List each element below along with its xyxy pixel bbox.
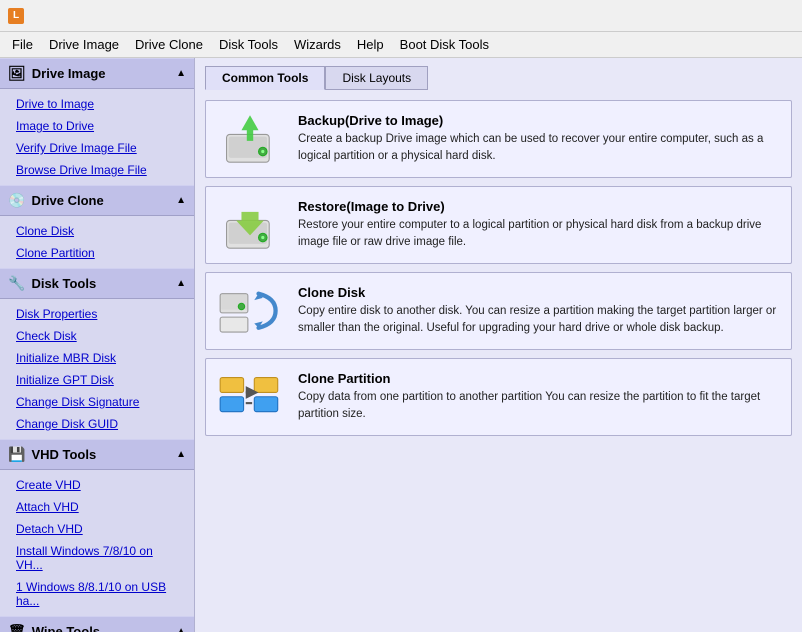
menu-item-disk-tools[interactable]: Disk Tools [211,33,286,56]
tool-list: Backup(Drive to Image) Create a backup Dr… [195,90,802,632]
sidebar-item-install-win-vhd[interactable]: Install Windows 7/8/10 on VH... [0,540,194,576]
sidebar-item-change-disk-sig[interactable]: Change Disk Signature [0,391,194,413]
vhd-tools-section-icon: 💾 [8,446,25,463]
maximize-button[interactable] [700,2,746,30]
drive-clone-chevron-icon: ▲ [176,195,186,206]
clone-disk-icon [218,283,282,339]
sidebar-item-detach-vhd[interactable]: Detach VHD [0,518,194,540]
clone-disk-info: Clone Disk Copy entire disk to another di… [298,285,779,338]
drive-image-section-icon: 🖼 [8,65,26,82]
vhd-tools-chevron-icon: ▲ [176,449,186,460]
sidebar-item-clone-disk[interactable]: Clone Disk [0,220,194,242]
clone-partition-title: Clone Partition [298,371,779,386]
disk-tools-items: Disk PropertiesCheck DiskInitialize MBR … [0,299,194,439]
menu-item-drive-image[interactable]: Drive Image [41,33,127,56]
title-bar: L [0,0,802,32]
sidebar-item-change-disk-guid[interactable]: Change Disk GUID [0,413,194,435]
backup-desc: Create a backup Drive image which can be… [298,131,779,166]
restore-icon [218,197,282,253]
sidebar-item-browse-drive-image[interactable]: Browse Drive Image File [0,159,194,181]
drive-image-section-label: Drive Image [32,66,106,81]
restore-title: Restore(Image to Drive) [298,199,779,214]
sidebar-item-create-vhd[interactable]: Create VHD [0,474,194,496]
sidebar-item-disk-properties[interactable]: Disk Properties [0,303,194,325]
vhd-tools-section-label: VHD Tools [31,447,96,462]
tool-card-clone-partition[interactable]: Clone Partition Copy data from one partit… [205,358,792,436]
menu-item-boot-disk-tools[interactable]: Boot Disk Tools [392,33,497,56]
wipe-tools-section-icon: 🗑 [8,623,26,632]
window-controls [652,2,794,30]
menu-item-help[interactable]: Help [349,33,392,56]
backup-title: Backup(Drive to Image) [298,113,779,128]
wipe-tools-section-label: Wipe Tools [32,624,100,632]
drive-clone-section-icon: 💿 [8,192,25,209]
drive-image-items: Drive to ImageImage to DriveVerify Drive… [0,89,194,185]
tab-bar: Common ToolsDisk Layouts [195,58,802,90]
drive-clone-items: Clone DiskClone Partition [0,216,194,268]
sidebar-item-clone-partition[interactable]: Clone Partition [0,242,194,264]
backup-info: Backup(Drive to Image) Create a backup Dr… [298,113,779,166]
sidebar-item-drive-to-image[interactable]: Drive to Image [0,93,194,115]
tool-card-restore[interactable]: Restore(Image to Drive) Restore your enti… [205,186,792,264]
sidebar-item-attach-vhd[interactable]: Attach VHD [0,496,194,518]
sidebar-section-drive-clone[interactable]: 💿 Drive Clone ▲ [0,185,194,216]
sidebar-section-drive-image[interactable]: 🖼 Drive Image ▲ [0,58,194,89]
tool-card-clone-disk[interactable]: Clone Disk Copy entire disk to another di… [205,272,792,350]
sidebar-section-vhd-tools[interactable]: 💾 VHD Tools ▲ [0,439,194,470]
clone-disk-title: Clone Disk [298,285,779,300]
close-button[interactable] [748,2,794,30]
clone-disk-desc: Copy entire disk to another disk. You ca… [298,303,779,338]
sidebar-item-verify-drive-image[interactable]: Verify Drive Image File [0,137,194,159]
disk-tools-chevron-icon: ▲ [176,278,186,289]
minimize-button[interactable] [652,2,698,30]
content-area: Common ToolsDisk Layouts Backup(Drive to… [195,58,802,632]
sidebar: 🖼 Drive Image ▲ Drive to ImageImage to Driv… [0,58,195,632]
sidebar-item-init-mbr-disk[interactable]: Initialize MBR Disk [0,347,194,369]
menu-bar: FileDrive ImageDrive CloneDisk ToolsWiza… [0,32,802,58]
sidebar-item-image-to-drive[interactable]: Image to Drive [0,115,194,137]
tab-common-tools[interactable]: Common Tools [205,66,325,90]
menu-item-wizards[interactable]: Wizards [286,33,349,56]
vhd-tools-items: Create VHDAttach VHDDetach VHDInstall Wi… [0,470,194,616]
sidebar-item-install-win-usb[interactable]: 1 Windows 8/8.1/10 on USB ha... [0,576,194,612]
drive-image-chevron-icon: ▲ [176,68,186,79]
clone-partition-info: Clone Partition Copy data from one partit… [298,371,779,424]
restore-desc: Restore your entire computer to a logica… [298,217,779,252]
sidebar-item-check-disk[interactable]: Check Disk [0,325,194,347]
tool-card-backup[interactable]: Backup(Drive to Image) Create a backup Dr… [205,100,792,178]
sidebar-section-wipe-tools[interactable]: 🗑 Wipe Tools ▲ [0,616,194,632]
sidebar-section-disk-tools[interactable]: 🔧 Disk Tools ▲ [0,268,194,299]
disk-tools-section-label: Disk Tools [31,276,96,291]
menu-item-drive-clone[interactable]: Drive Clone [127,33,211,56]
app-icon: L [8,8,24,24]
wipe-tools-chevron-icon: ▲ [176,626,186,632]
disk-tools-section-icon: 🔧 [8,275,25,292]
clone-partition-desc: Copy data from one partition to another … [298,389,779,424]
clone-partition-icon [218,369,282,425]
main-container: 🖼 Drive Image ▲ Drive to ImageImage to Driv… [0,58,802,632]
restore-info: Restore(Image to Drive) Restore your enti… [298,199,779,252]
backup-icon [218,111,282,167]
menu-item-file[interactable]: File [4,33,41,56]
drive-clone-section-label: Drive Clone [31,193,103,208]
sidebar-item-init-gpt-disk[interactable]: Initialize GPT Disk [0,369,194,391]
tab-disk-layouts[interactable]: Disk Layouts [325,66,428,90]
